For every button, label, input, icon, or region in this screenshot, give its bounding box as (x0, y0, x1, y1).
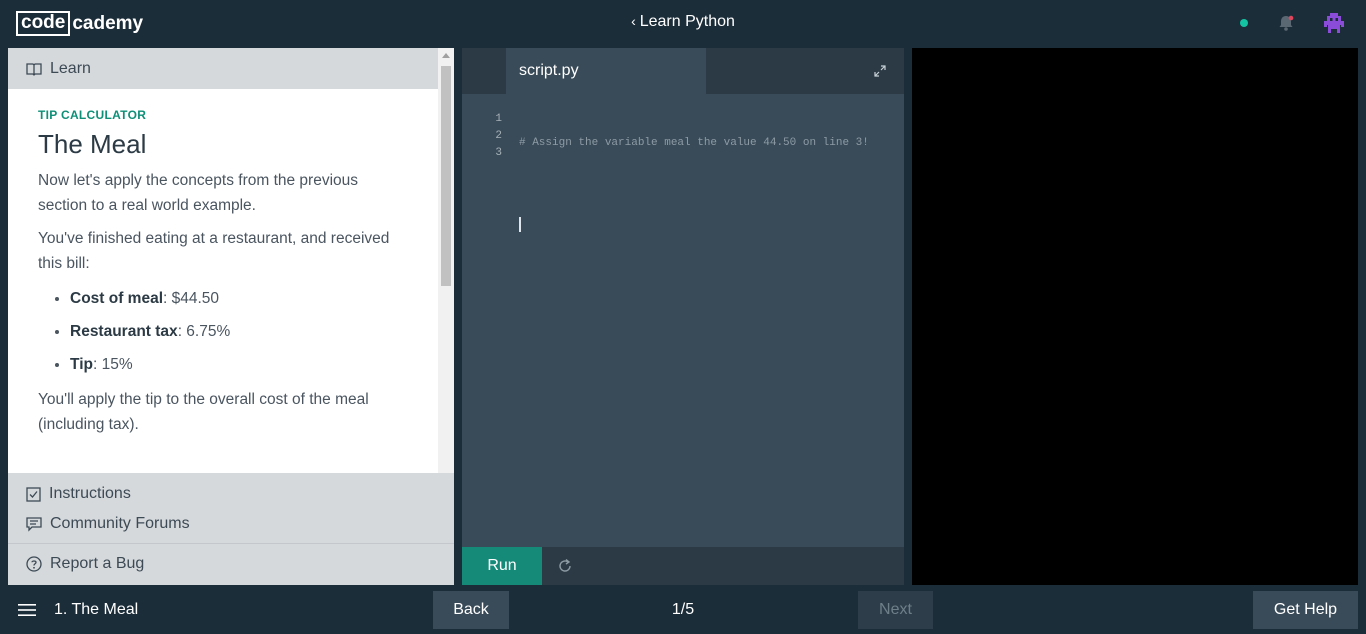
get-help-button[interactable]: Get Help (1253, 591, 1358, 629)
lesson-content: TIP CALCULATOR The Meal Now let's apply … (38, 108, 408, 437)
code-line[interactable] (519, 176, 869, 193)
code-area[interactable]: # Assign the variable meal the value 44.… (519, 111, 869, 258)
question-circle-icon (26, 556, 42, 572)
top-bar: code cademy ‹ Learn Python (0, 0, 1366, 48)
scroll-up-arrow-icon[interactable] (442, 53, 450, 58)
bottom-bar: 1. The Meal Back 1/5 Next Get Help (0, 585, 1366, 634)
breadcrumb-label: Learn Python (639, 13, 735, 30)
lesson-panel: Learn TIP CALCULATOR The Meal Now let's … (8, 48, 454, 585)
instructions-link[interactable]: Instructions (26, 485, 131, 503)
report-label: Report a Bug (50, 555, 145, 572)
page-indicator: 1/5 (671, 601, 695, 618)
status-indicator (1240, 19, 1248, 27)
code-line-cursor[interactable] (519, 217, 869, 234)
course-breadcrumb[interactable]: ‹ Learn Python (0, 13, 1366, 31)
reset-icon[interactable] (557, 558, 573, 574)
text-cursor (519, 217, 521, 232)
divider (8, 543, 454, 544)
editor-tabs: script.py (462, 48, 904, 94)
next-button[interactable]: Next (858, 591, 933, 629)
output-terminal[interactable] (912, 48, 1358, 585)
list-item: Restaurant tax: 6.75% (70, 321, 408, 342)
instructions-label: Instructions (49, 485, 131, 502)
code-editor: script.py 1 2 3 # Assign the variable me… (462, 48, 904, 585)
lesson-outro: You'll apply the tip to the overall cost… (38, 391, 369, 433)
bill-intro: You've finished eating at a restaurant, … (38, 230, 390, 272)
tab-script-py[interactable]: script.py (506, 48, 706, 94)
bill-list: Cost of meal: $44.50 Restaurant tax: 6.7… (38, 288, 408, 375)
checkbox-icon (26, 486, 41, 502)
forums-label: Community Forums (50, 515, 190, 532)
bill-item-value: : 15% (92, 356, 133, 373)
run-bar: Run (462, 547, 904, 585)
scrollbar-thumb[interactable] (441, 66, 451, 286)
report-bug-link[interactable]: Report a Bug (26, 555, 144, 573)
bell-icon[interactable] (1277, 14, 1295, 32)
bill-item-value: : 6.75% (177, 323, 231, 340)
lesson-name[interactable]: 1. The Meal (54, 601, 138, 619)
community-forums-link[interactable]: Community Forums (26, 515, 190, 533)
avatar-icon[interactable] (1322, 11, 1346, 35)
line-number: 2 (495, 130, 502, 142)
lesson-footer-links: Instructions Community Forums Report a B… (8, 473, 454, 585)
lesson-scrollbar[interactable] (438, 48, 454, 503)
line-numbers: 1 2 3 (462, 111, 502, 162)
bill-item-label: Cost of meal (70, 290, 164, 307)
bill-item-value: : $44.50 (163, 290, 220, 307)
bill-item-label: Restaurant tax (70, 323, 178, 340)
book-icon (26, 62, 42, 76)
learn-label: Learn (50, 59, 91, 77)
expand-icon[interactable] (873, 64, 887, 78)
lesson-kicker: TIP CALCULATOR (38, 108, 147, 122)
bill-item-label: Tip (70, 356, 93, 373)
back-button[interactable]: Back (433, 591, 509, 629)
chat-bubble-icon (26, 516, 42, 532)
line-number: 1 (495, 113, 502, 125)
learn-tab[interactable]: Learn (8, 48, 438, 89)
lesson-title: The Meal (38, 129, 147, 159)
run-button[interactable]: Run (462, 547, 542, 585)
list-item: Tip: 15% (70, 354, 408, 375)
lesson-intro: Now let's apply the concepts from the pr… (38, 172, 359, 214)
menu-icon[interactable] (18, 603, 36, 617)
code-line[interactable]: # Assign the variable meal the value 44.… (519, 135, 869, 152)
list-item: Cost of meal: $44.50 (70, 288, 408, 309)
line-number: 3 (495, 147, 502, 159)
chevron-left-icon: ‹ (631, 13, 636, 29)
